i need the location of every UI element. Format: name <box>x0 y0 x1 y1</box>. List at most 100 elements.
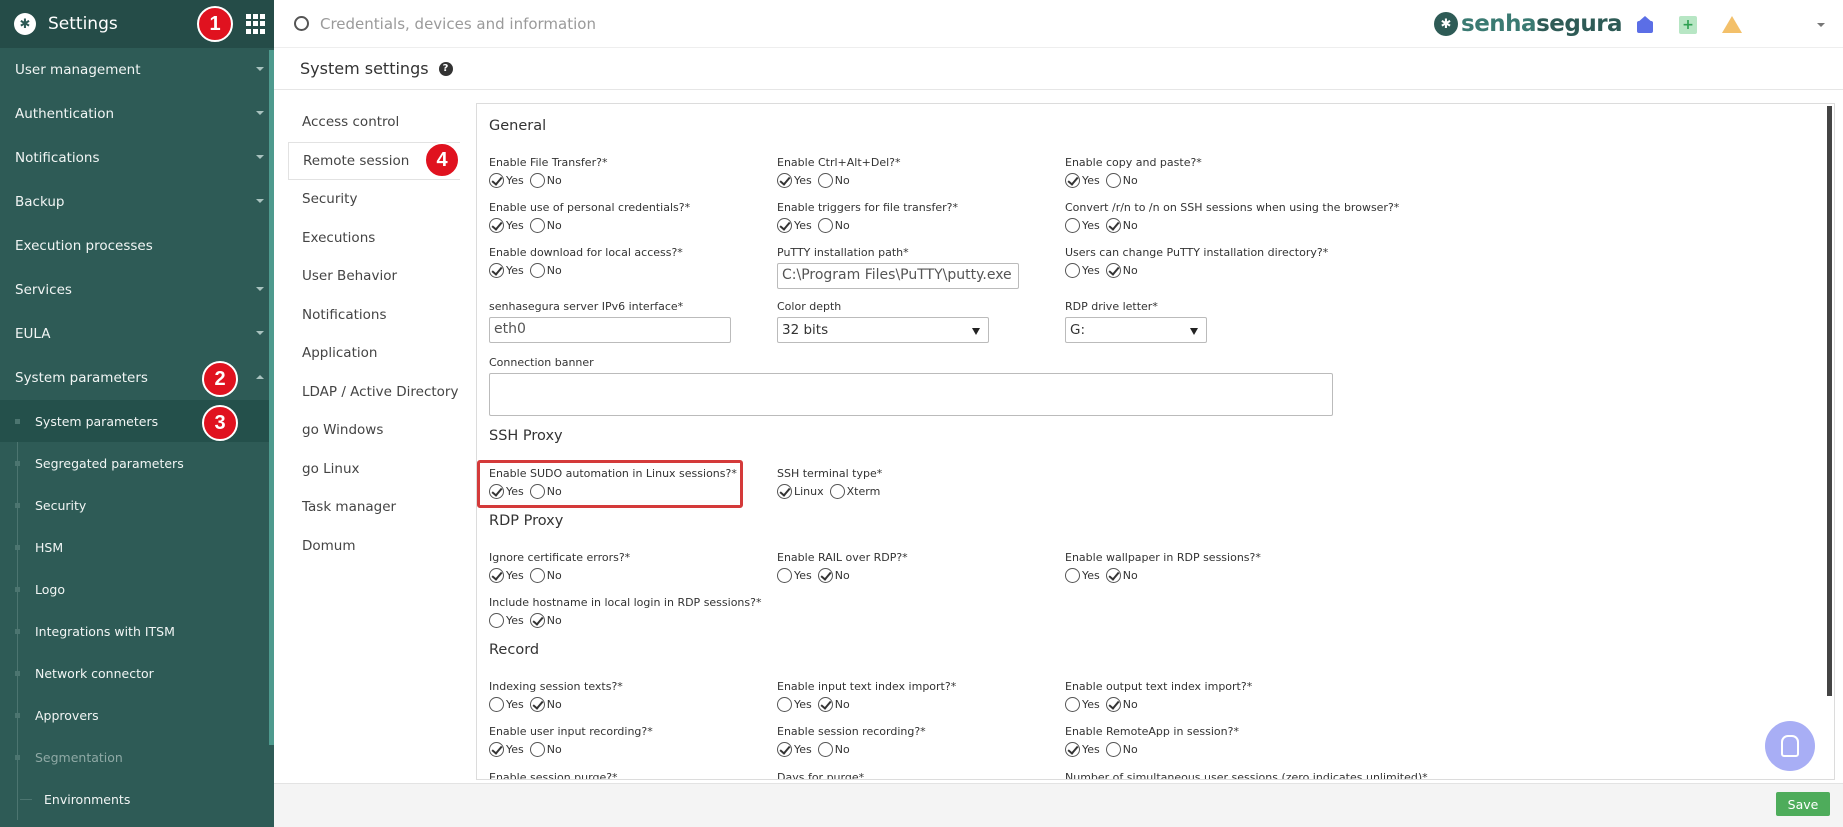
field-label: Enable session purge?* <box>489 771 618 780</box>
rdp-drive-select[interactable]: G: <box>1065 317 1207 343</box>
radio-yes[interactable] <box>1065 568 1080 583</box>
radio-no[interactable] <box>1105 218 1121 233</box>
sidebar-subitem-segmentation[interactable]: Segmentation <box>0 736 274 778</box>
option-label: No <box>546 569 562 582</box>
radio-yes[interactable] <box>489 218 504 233</box>
radio-yes[interactable] <box>777 697 792 712</box>
tab-notifications[interactable]: Notifications <box>288 296 460 335</box>
tab-executions[interactable]: Executions <box>288 219 460 258</box>
radio-yes[interactable] <box>777 742 792 757</box>
user-menu-caret-icon[interactable] <box>1817 23 1825 27</box>
tab-security[interactable]: Security <box>288 180 460 219</box>
tab-domum[interactable]: Domum <box>288 527 460 566</box>
radio-yes[interactable] <box>777 173 792 188</box>
radio-no[interactable] <box>1105 263 1121 278</box>
sidebar-item-user-management[interactable]: User management <box>0 48 274 92</box>
sidebar-item-authentication[interactable]: Authentication <box>0 92 274 136</box>
radio-yes[interactable] <box>1065 218 1080 233</box>
add-file-icon[interactable]: + <box>1679 16 1697 34</box>
radio-yes[interactable] <box>489 613 504 628</box>
radio-yes[interactable] <box>489 742 504 757</box>
radio-yes[interactable] <box>489 568 504 583</box>
sidebar-subitem-security[interactable]: Security <box>0 484 274 526</box>
putty-path-input[interactable]: C:\Program Files\PuTTY\putty.exe <box>777 263 1019 289</box>
apps-grid-icon[interactable] <box>246 14 266 34</box>
radio-yes[interactable] <box>489 484 504 499</box>
ipv6-interface-input[interactable]: eth0 <box>489 317 731 343</box>
radio-yes[interactable] <box>1065 697 1080 712</box>
tab-application[interactable]: Application <box>288 334 460 373</box>
home-icon[interactable] <box>1636 16 1654 34</box>
tab-label: Application <box>302 345 378 362</box>
radio-yes[interactable] <box>777 568 792 583</box>
radio-no[interactable] <box>1105 568 1121 583</box>
sidebar-subitem-label: Segregated parameters <box>35 455 184 471</box>
radio-no[interactable] <box>817 173 833 188</box>
radio-xterm[interactable] <box>829 484 845 499</box>
sidebar-subitem-environments[interactable]: Environments <box>0 778 274 820</box>
sidebar-item-execution-processes[interactable]: Execution processes <box>0 224 274 268</box>
sidebar-subitem-segregated-parameters[interactable]: Segregated parameters <box>0 442 274 484</box>
sidebar-subitem-integrations-itsm[interactable]: Integrations with ITSM <box>0 610 274 652</box>
sidebar-item-label: Services <box>15 282 72 298</box>
option-label: Linux <box>794 485 824 498</box>
radio-yes[interactable] <box>489 173 504 188</box>
radio-yes[interactable] <box>777 218 792 233</box>
radio-no[interactable] <box>529 568 545 583</box>
option-label: No <box>834 219 850 232</box>
radio-no[interactable] <box>529 263 545 278</box>
help-icon[interactable]: ? <box>438 61 453 76</box>
option-label: Yes <box>1082 698 1100 711</box>
radio-no[interactable] <box>529 742 545 757</box>
radio-yes[interactable] <box>1065 263 1080 278</box>
radio-no[interactable] <box>529 218 545 233</box>
connection-banner-textarea[interactable] <box>489 373 1333 416</box>
radio-no[interactable] <box>817 742 833 757</box>
tab-go-windows[interactable]: go Windows <box>288 411 460 450</box>
radio-yes[interactable] <box>1065 173 1080 188</box>
sidebar-item-backup[interactable]: Backup <box>0 180 274 224</box>
step-badge: 1 <box>197 6 233 42</box>
sidebar-subitem-logo[interactable]: Logo <box>0 568 274 610</box>
sidebar-subitem-approvers[interactable]: Approvers <box>0 694 274 736</box>
panel-scrollbar[interactable] <box>1827 106 1832 696</box>
chevron-down-icon <box>256 199 264 203</box>
radio-yes[interactable] <box>489 697 504 712</box>
sidebar-submenu: System parameters Segregated parameters … <box>0 400 274 820</box>
search-input[interactable] <box>320 12 800 36</box>
sidebar-item-services[interactable]: Services <box>0 268 274 312</box>
radio-no[interactable] <box>529 484 545 499</box>
top-bar: ✱ senhasegura + <box>274 0 1843 48</box>
radio-no[interactable] <box>817 568 833 583</box>
radio-linux[interactable] <box>777 484 792 499</box>
radio-yes[interactable] <box>1065 742 1080 757</box>
tab-ldap-active-directory[interactable]: LDAP / Active Directory <box>288 373 460 412</box>
tab-task-manager[interactable]: Task manager <box>288 488 460 527</box>
radio-no[interactable] <box>529 697 545 712</box>
radio-no[interactable] <box>1105 173 1121 188</box>
radio-no[interactable] <box>817 697 833 712</box>
sidebar-subitem-network-connector[interactable]: Network connector <box>0 652 274 694</box>
sidebar-item-eula[interactable]: EULA <box>0 312 274 356</box>
save-button[interactable]: Save <box>1776 792 1830 816</box>
option-label: Yes <box>1082 264 1100 277</box>
radio-no[interactable] <box>1105 697 1121 712</box>
sidebar-item-label: Backup <box>15 194 65 210</box>
sidebar-scrollbar[interactable] <box>269 50 274 745</box>
radio-yes[interactable] <box>489 263 504 278</box>
sidebar-item-notifications[interactable]: Notifications <box>0 136 274 180</box>
tab-user-behavior[interactable]: User Behavior <box>288 257 460 296</box>
field-label: RDP drive letter* <box>1065 300 1158 313</box>
radio-no[interactable] <box>817 218 833 233</box>
lightbulb-icon[interactable] <box>1765 721 1815 771</box>
sidebar-item-label: System parameters <box>15 370 148 386</box>
radio-no[interactable] <box>1105 742 1121 757</box>
tab-access-control[interactable]: Access control <box>288 103 460 142</box>
color-depth-select[interactable]: 32 bits <box>777 317 989 343</box>
sidebar-subitem-hsm[interactable]: HSM <box>0 526 274 568</box>
radio-no[interactable] <box>529 613 545 628</box>
field-ctrl-alt-del: Enable Ctrl+Alt+Del?* Yes No <box>777 156 901 188</box>
tab-go-linux[interactable]: go Linux <box>288 450 460 489</box>
warning-icon[interactable] <box>1722 16 1742 33</box>
radio-no[interactable] <box>529 173 545 188</box>
